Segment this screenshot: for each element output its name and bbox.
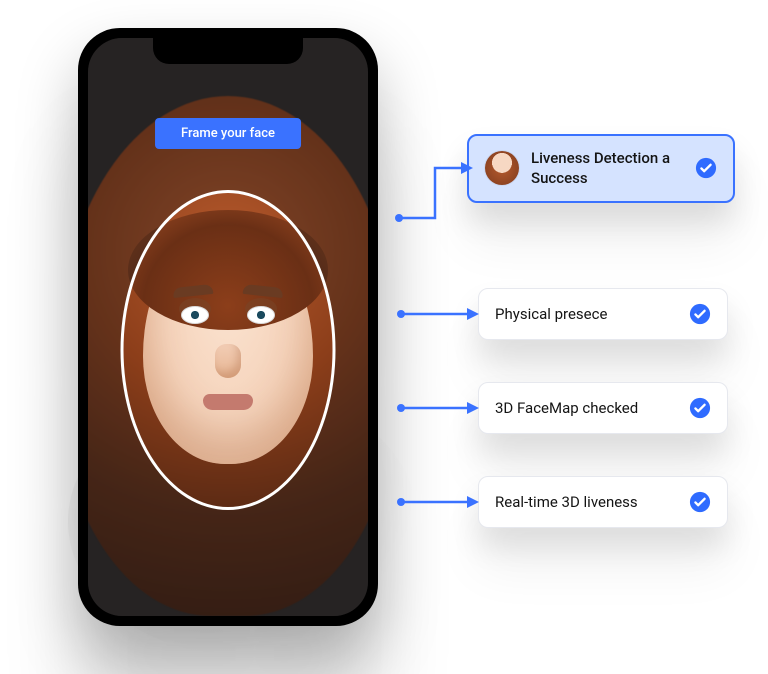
check-icon [689,491,711,513]
check-icon [695,157,717,179]
phone-screen: Frame your face [88,38,368,616]
card-title: 3D FaceMap checked [495,399,638,417]
facemap-checked-card: 3D FaceMap checked [478,382,728,434]
check-icon [689,397,711,419]
arrow-icon [395,396,481,420]
avatar [485,151,519,185]
realtime-3d-liveness-card: Real-time 3D liveness [478,476,728,528]
check-icon [689,303,711,325]
physical-presence-card: Physical presece [478,288,728,340]
face-oval-guide [121,190,336,510]
card-title: Physical presece [495,305,607,323]
card-title: Real-time 3D liveness [495,493,638,511]
arrow-icon [395,158,475,228]
liveness-success-card: Liveness Detection a Success [467,134,735,203]
arrow-icon [395,490,481,514]
liveness-success-title: Liveness Detection a Success [531,148,695,189]
phone-notch [153,38,303,64]
phone-mockup: Frame your face [78,28,378,626]
frame-face-label: Frame your face [155,118,301,149]
arrow-icon [395,302,481,326]
